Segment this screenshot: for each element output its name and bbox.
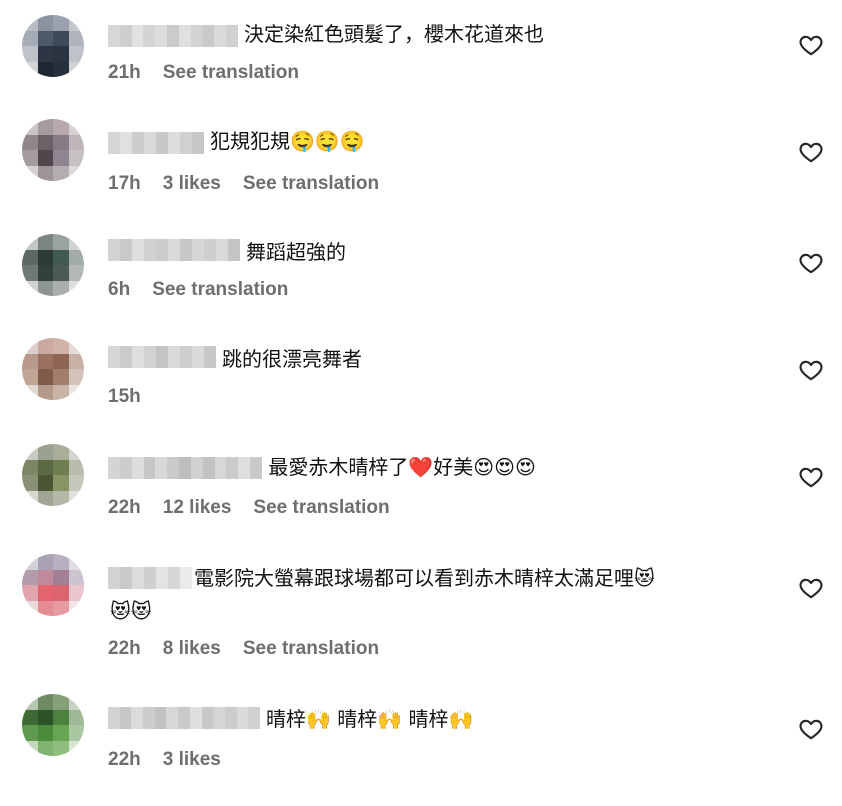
see-translation-link[interactable]: See translation — [243, 638, 379, 660]
avatar[interactable] — [22, 554, 84, 616]
username[interactable] — [108, 707, 260, 729]
heart-outline-icon — [799, 35, 823, 56]
heart-outline-icon — [799, 142, 823, 163]
username[interactable] — [108, 132, 204, 154]
comment-text: 決定染紅色頭髮了，櫻木花道來也 — [244, 22, 544, 46]
comment-text: 舞蹈超強的 — [246, 240, 346, 264]
timestamp: 21h — [108, 62, 141, 83]
like-button[interactable] — [798, 139, 824, 165]
comment-meta: 15h — [108, 386, 141, 408]
comment-meta: 22h 3 likes — [108, 749, 221, 771]
avatar[interactable] — [22, 338, 84, 400]
comment-meta: 22h 12 likes See translation — [108, 497, 390, 519]
timestamp: 22h — [108, 497, 141, 518]
avatar[interactable] — [22, 234, 84, 296]
comment-meta: 21h See translation — [108, 62, 299, 84]
see-translation-link[interactable]: See translation — [152, 279, 288, 301]
avatar[interactable] — [22, 15, 84, 77]
likes-count[interactable]: 8 likes — [163, 638, 221, 660]
timestamp: 22h — [108, 749, 141, 770]
heart-outline-icon — [799, 467, 823, 488]
username[interactable] — [108, 346, 220, 368]
username[interactable] — [108, 457, 262, 479]
heart-outline-icon — [799, 253, 823, 274]
like-button[interactable] — [798, 250, 824, 276]
timestamp: 6h — [108, 279, 131, 300]
like-button[interactable] — [798, 357, 824, 383]
likes-count[interactable]: 12 likes — [163, 497, 232, 519]
see-translation-link[interactable]: See translation — [163, 62, 299, 84]
comment-meta: 6h See translation — [108, 279, 288, 301]
comment-text: 電影院大螢幕跟球場都可以看到赤木晴梓太滿足哩😻 😻😻 — [110, 566, 655, 623]
comment-text: 晴梓🙌 晴梓🙌 晴梓🙌 — [266, 707, 474, 731]
like-button[interactable] — [798, 464, 824, 490]
see-translation-link[interactable]: See translation — [243, 173, 379, 195]
like-button[interactable] — [798, 32, 824, 58]
username[interactable] — [108, 239, 240, 261]
timestamp: 22h — [108, 638, 141, 659]
like-button[interactable] — [798, 575, 824, 601]
heart-outline-icon — [799, 578, 823, 599]
likes-count[interactable]: 3 likes — [163, 749, 221, 771]
avatar[interactable] — [22, 119, 84, 181]
comment-text: 犯規犯規🤤🤤🤤 — [210, 129, 365, 153]
likes-count[interactable]: 3 likes — [163, 173, 221, 195]
like-button[interactable] — [798, 716, 824, 742]
avatar[interactable] — [22, 444, 84, 506]
heart-outline-icon — [799, 360, 823, 381]
avatar[interactable] — [22, 694, 84, 756]
timestamp: 15h — [108, 386, 141, 407]
comment-text: 跳的很漂亮舞者 — [222, 347, 362, 371]
comment-meta: 22h 8 likes See translation — [108, 638, 379, 660]
comment-text: 最愛赤木晴梓了❤️好美😍😍😍 — [262, 455, 536, 479]
heart-outline-icon — [799, 719, 823, 740]
comment-meta: 17h 3 likes See translation — [108, 173, 379, 195]
username[interactable] — [108, 25, 238, 47]
timestamp: 17h — [108, 173, 141, 194]
see-translation-link[interactable]: See translation — [253, 497, 389, 519]
